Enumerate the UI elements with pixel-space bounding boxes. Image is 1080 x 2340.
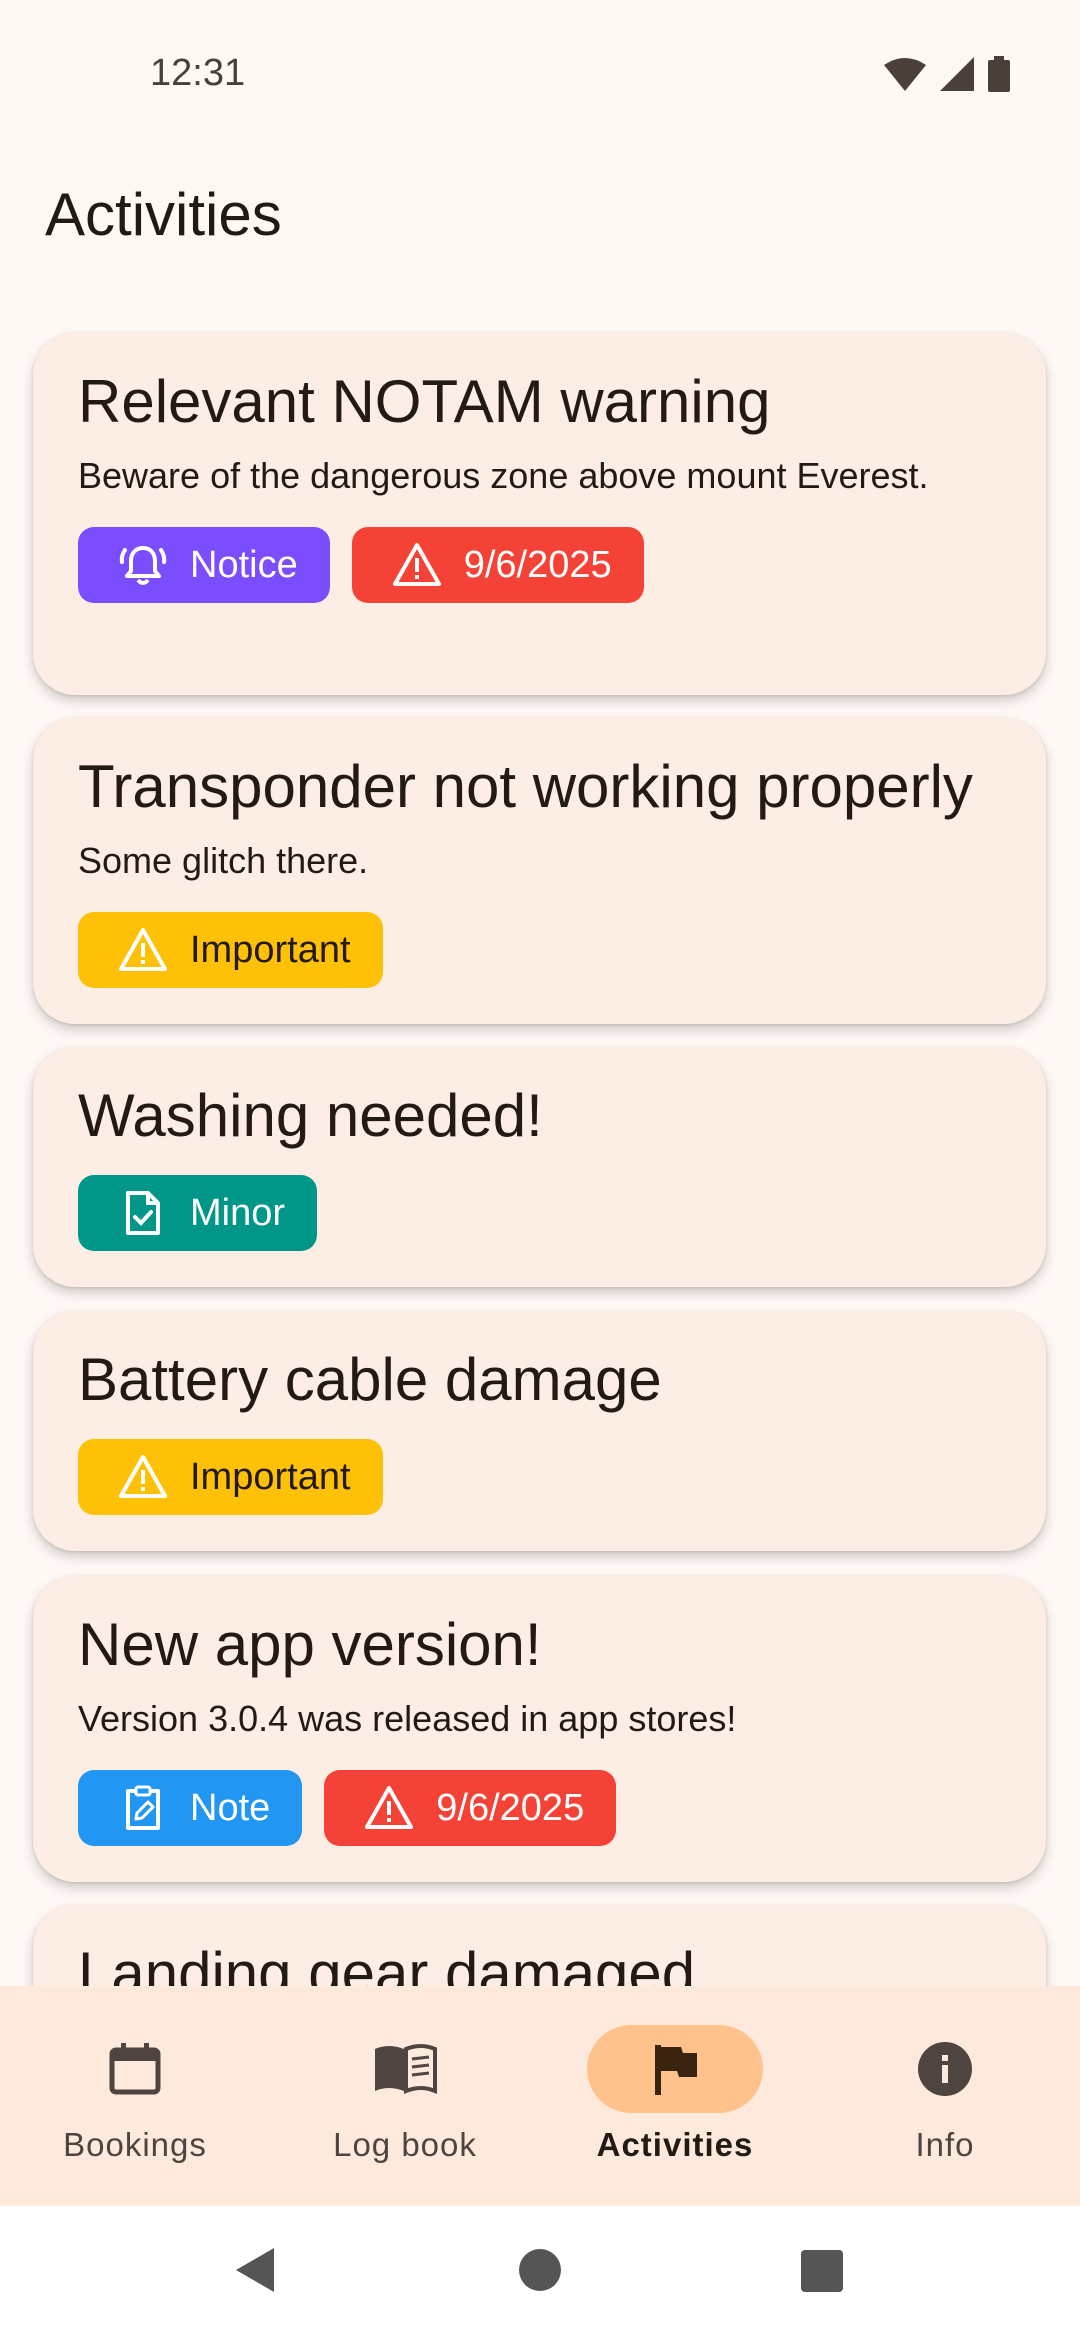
back-icon[interactable] [234,2246,278,2294]
nav-item-activities[interactable]: Activities [540,1986,810,2206]
tag-label: 9/6/2025 [463,543,612,586]
nav-icon-container [317,2025,493,2113]
tag-note: Note [78,1770,303,1846]
activity-tags: Minor [78,1175,1001,1251]
clipboard-edit-icon [126,1785,160,1830]
activity-title: Battery cable damage [78,1346,662,1413]
bell-alert-icon [119,546,167,585]
flag-icon [655,2045,697,2095]
nav-label: Bookings [63,2126,207,2163]
activity-title: New app version! [78,1611,542,1678]
nav-label: Info [915,2126,975,2163]
warning-icon [392,543,441,586]
warning-icon [119,928,167,971]
activity-tags: Note 9/6/2025 [78,1770,1001,1846]
tag-label: Important [190,928,351,971]
tag-label: Important [190,1455,351,1498]
tag-date: 9/6/2025 [324,1770,617,1846]
nav-item-log-book[interactable]: Log book [270,1986,540,2206]
home-icon[interactable] [518,2246,562,2294]
activity-title: Transponder not working properly [78,753,973,820]
document-check-icon [126,1191,160,1235]
tag-important: Important [78,1439,383,1515]
activity-tags: Important [78,912,1001,988]
system-navigation-bar [0,2206,1080,2340]
activity-description: Version 3.0.4 was released in app stores… [78,1698,737,1739]
tag-date: 9/6/2025 [351,527,644,603]
nav-item-bookings[interactable]: Bookings [0,1986,270,2206]
activity-title: Landing gear damaged [78,1940,696,1986]
tag-label: Minor [190,1191,286,1234]
nav-icon-container [587,2025,763,2113]
nav-label: Activities [596,2126,754,2163]
activity-card[interactable]: Washing needed! Minor [33,1047,1046,1287]
tag-important: Important [78,912,383,988]
bottom-navigation: Bookings Log book Activities Info [0,1986,1080,2206]
activity-card[interactable]: Battery cable damage Important [33,1311,1046,1551]
calendar-icon [109,2043,161,2095]
tag-notice: Notice [78,527,330,603]
activity-tags: Notice 9/6/2025 [78,527,1001,603]
activity-tags: Important [78,1439,1001,1515]
warning-icon [119,1455,167,1498]
nav-item-info[interactable]: Info [810,1986,1080,2206]
tag-label: 9/6/2025 [436,1786,585,1829]
activity-title: Relevant NOTAM warning [78,368,771,435]
activity-description: Some glitch there. [78,840,369,881]
activity-card[interactable]: Landing gear damaged [33,1905,1046,1986]
warning-icon [365,1786,414,1829]
activity-title: Washing needed! [78,1082,543,1149]
nav-icon-container [857,2025,1033,2113]
tag-label: Note [190,1786,271,1829]
tag-label: Notice [190,543,298,586]
activity-card[interactable]: Transponder not working properly Some gl… [33,718,1046,1024]
activity-description: Beware of the dangerous zone above mount… [78,455,929,496]
info-icon [918,2042,972,2096]
activity-card[interactable]: Relevant NOTAM warning Beware of the dan… [33,333,1046,695]
recents-icon[interactable] [800,2246,844,2294]
nav-label: Log book [333,2126,477,2163]
activities-list[interactable]: Relevant NOTAM warning Beware of the dan… [0,0,1080,1986]
activity-card[interactable]: New app version! Version 3.0.4 was relea… [33,1576,1046,1882]
tag-minor: Minor [78,1175,318,1251]
nav-icon-container [47,2025,223,2113]
book-icon [375,2044,437,2095]
